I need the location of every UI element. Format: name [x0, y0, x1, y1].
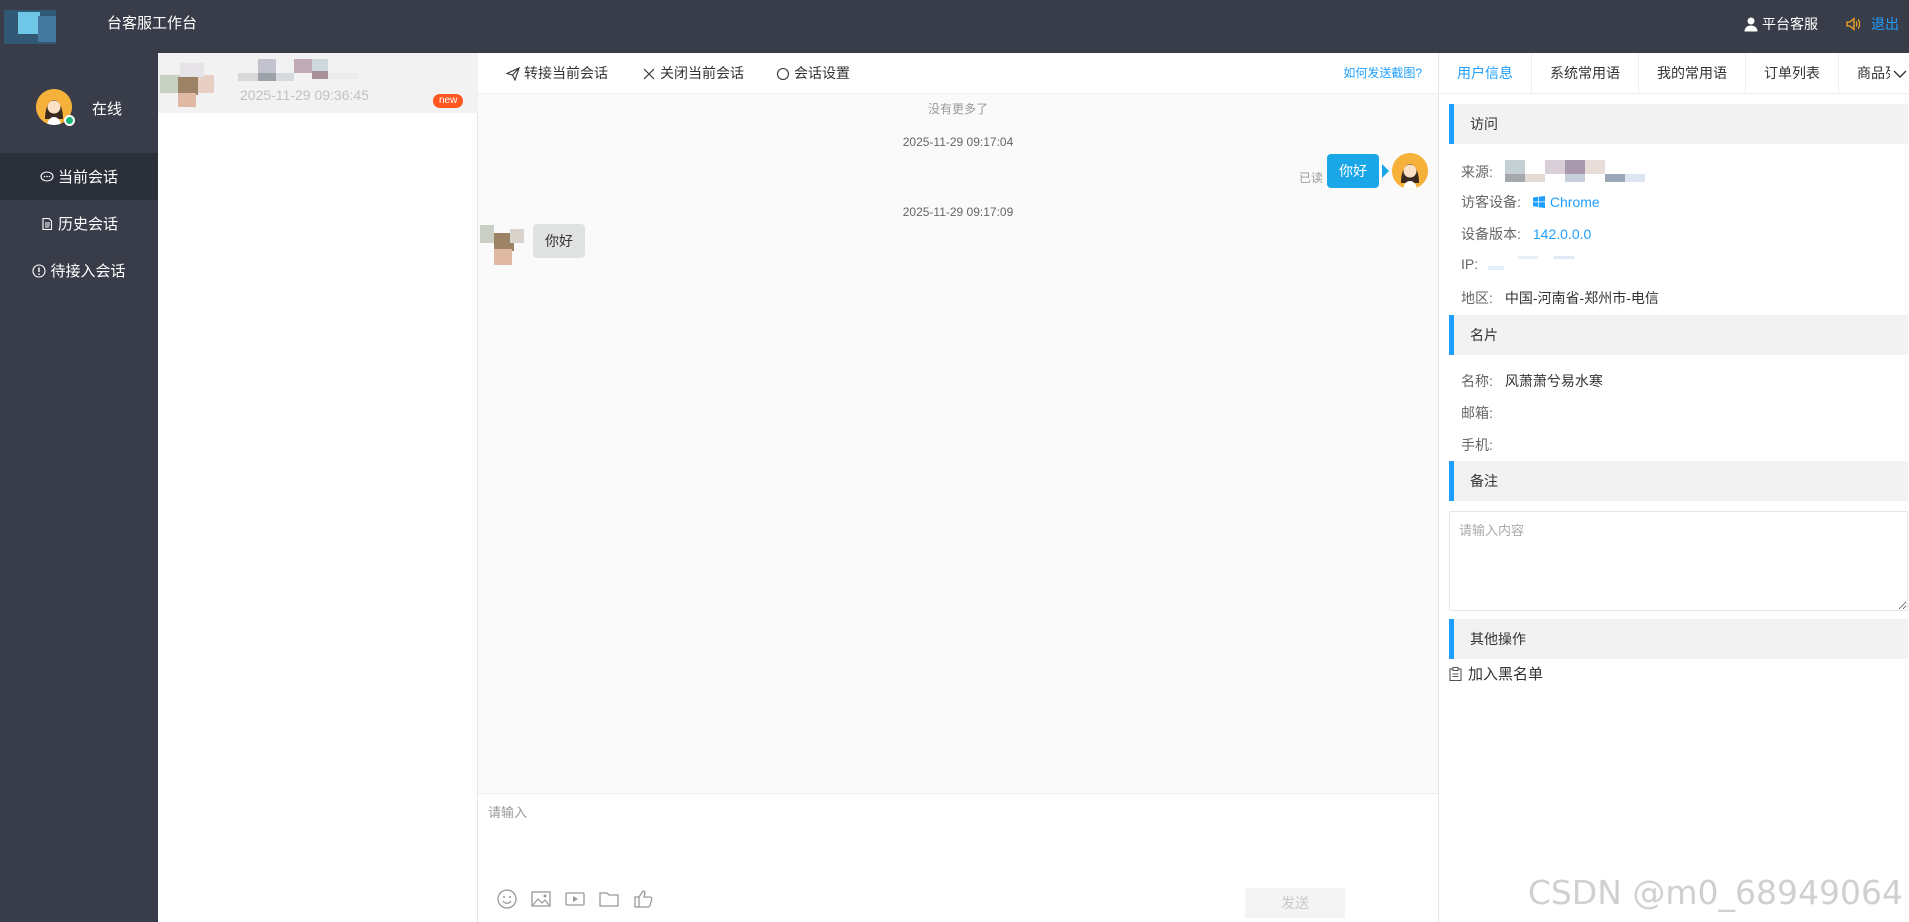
visitor-avatar	[160, 57, 220, 109]
outgoing-message-bubble: 你好	[1327, 154, 1379, 188]
tab-user-info[interactable]: 用户信息	[1439, 53, 1532, 93]
user-name[interactable]: 平台客服	[1762, 14, 1818, 34]
send-icon	[506, 66, 520, 81]
device-name: Chrome	[1549, 194, 1600, 210]
field-label: 设备版本:	[1461, 226, 1521, 242]
top-right-actions: 平台客服 退出	[1743, 0, 1909, 47]
message-timestamp: 2025-11-29 09:17:09	[902, 205, 1014, 219]
online-status-dot	[64, 115, 75, 126]
transfer-session-label: 转接当前会话	[524, 65, 608, 81]
thumbs-up-icon[interactable]	[632, 888, 654, 910]
no-more-messages: 没有更多了	[927, 102, 988, 116]
session-list-item[interactable]: 2025-11-29 09:36:45 new	[158, 53, 478, 113]
app-title: 台客服工作台	[107, 15, 198, 32]
clipboard-icon	[1449, 666, 1462, 681]
bubble-arrow	[1382, 164, 1389, 178]
session-settings-button[interactable]: 会话设置	[776, 53, 850, 94]
message-timestamp: 2025-11-29 09:17:04	[902, 135, 1014, 149]
field-version: 设备版本: 142.0.0.0	[1461, 224, 1591, 244]
status-text: 在线	[92, 101, 123, 118]
tab-system-phrases[interactable]: 系统常用语	[1532, 53, 1639, 93]
remark-input[interactable]	[1449, 511, 1908, 611]
settings-circle-icon	[776, 67, 790, 80]
windows-icon	[1532, 196, 1545, 208]
region-value: 中国-河南省-郑州市-电信	[1504, 290, 1659, 306]
field-device: 访客设备: Chrome	[1461, 192, 1600, 212]
session-list: 2025-11-29 09:36:45 new	[158, 53, 478, 922]
logout-button[interactable]: 退出	[1871, 14, 1899, 34]
video-icon[interactable]	[564, 888, 586, 910]
top-bar: 台客服工作台 平台客服 退出	[0, 0, 1909, 53]
chat-icon	[40, 170, 54, 182]
version-value: 142.0.0.0	[1532, 226, 1592, 242]
info-icon	[32, 263, 47, 278]
blacklist-label: 加入黑名单	[1468, 666, 1544, 683]
session-settings-label: 会话设置	[794, 65, 850, 81]
tabs-chevron-down-icon[interactable]	[1890, 53, 1909, 93]
field-source: 来源:	[1461, 160, 1655, 184]
sidebar-item-current-sessions[interactable]: 当前会话	[0, 153, 158, 200]
send-button[interactable]: 发送	[1245, 888, 1345, 918]
visitor-message-avatar	[480, 223, 526, 267]
field-name: 名称: 风萧萧兮易水寒	[1461, 371, 1603, 391]
section-heading-card: 名片	[1449, 315, 1908, 355]
field-label: 手机:	[1461, 437, 1493, 453]
sidebar-item-history-sessions[interactable]: 历史会话	[0, 200, 158, 247]
sidebar-item-label: 待接入会话	[50, 263, 126, 280]
incoming-message-bubble: 你好	[533, 224, 585, 258]
screenshot-help-link[interactable]: 如何发送截图?	[1343, 53, 1422, 94]
session-time: 2025-11-29 09:36:45	[240, 87, 369, 103]
field-ip: IP:	[1461, 256, 1598, 272]
add-to-blacklist-button[interactable]: 加入黑名单	[1449, 663, 1543, 684]
visitor-name-masked	[238, 57, 378, 83]
emoji-icon[interactable]	[496, 888, 518, 910]
field-label: 地区:	[1461, 290, 1493, 306]
field-label: IP:	[1461, 256, 1479, 272]
chat-panel: 转接当前会话 关闭当前会话 会话设置 如何发送截图? 没有更多了 2025-11…	[478, 53, 1438, 922]
message-input[interactable]	[478, 794, 1438, 874]
sidebar-item-label: 历史会话	[57, 216, 118, 233]
user-icon	[1744, 17, 1758, 31]
input-toolbar	[496, 888, 666, 910]
volume-icon[interactable]	[1845, 16, 1861, 32]
field-region: 地区: 中国-河南省-郑州市-电信	[1461, 288, 1659, 308]
image-icon[interactable]	[530, 888, 552, 910]
ip-masked	[1488, 256, 1598, 272]
read-status: 已读	[1299, 171, 1324, 185]
agent-status[interactable]: 在线	[0, 53, 158, 151]
field-phone: 手机:	[1461, 435, 1493, 455]
section-heading-other-actions: 其他操作	[1449, 619, 1908, 659]
logo	[0, 6, 58, 46]
close-session-button[interactable]: 关闭当前会话	[642, 53, 744, 94]
folder-icon[interactable]	[598, 888, 620, 910]
info-tabs: 用户信息 系统常用语 我的常用语 订单列表 商品列	[1439, 53, 1909, 94]
name-value: 风萧萧兮易水寒	[1504, 373, 1603, 389]
field-label: 访客设备:	[1461, 194, 1521, 210]
tab-order-list[interactable]: 订单列表	[1746, 53, 1839, 93]
document-icon	[42, 217, 53, 230]
sidebar-item-label: 当前会话	[57, 169, 118, 186]
sidebar-item-pending-sessions[interactable]: 待接入会话	[0, 247, 158, 294]
field-label: 来源:	[1461, 164, 1493, 180]
visitor-info-panel: 用户信息 系统常用语 我的常用语 订单列表 商品列 访问 来源: 访客设备: C…	[1438, 53, 1909, 922]
tab-my-phrases[interactable]: 我的常用语	[1639, 53, 1746, 93]
field-label: 邮箱:	[1461, 405, 1493, 421]
new-badge: new	[433, 94, 464, 108]
section-heading-visit: 访问	[1449, 104, 1908, 144]
device-value: Chrome	[1532, 194, 1600, 210]
close-icon	[643, 68, 655, 79]
section-heading-remark: 备注	[1449, 461, 1908, 501]
source-masked	[1504, 160, 1655, 184]
sidebar: 在线 当前会话 历史会话 待接入会话	[0, 53, 158, 922]
transfer-session-button[interactable]: 转接当前会话	[506, 53, 608, 94]
chat-toolbar: 转接当前会话 关闭当前会话 会话设置 如何发送截图?	[478, 53, 1438, 94]
field-email: 邮箱:	[1461, 403, 1493, 423]
field-label: 名称:	[1461, 373, 1493, 389]
agent-message-avatar	[1392, 153, 1428, 189]
close-session-label: 关闭当前会话	[660, 65, 744, 81]
message-input-area: 发送	[478, 793, 1438, 922]
